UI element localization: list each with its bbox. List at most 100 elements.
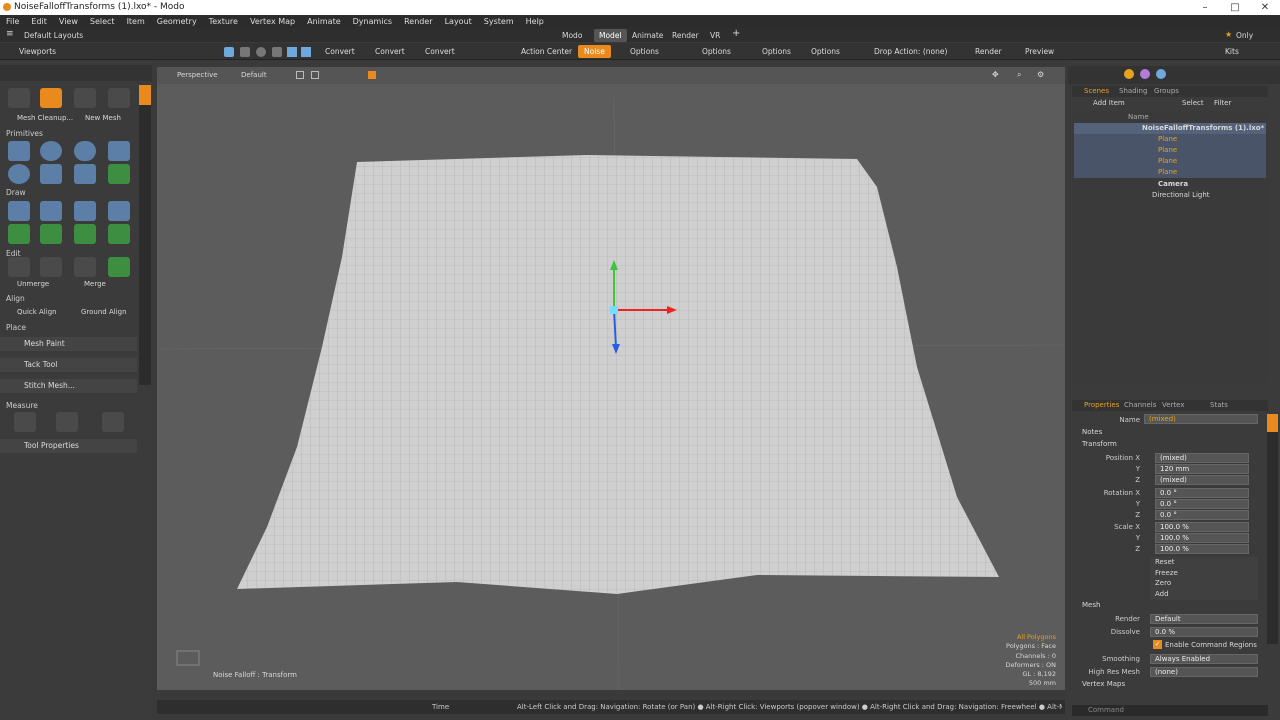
sculpt-icon[interactable] xyxy=(40,88,62,108)
render-button[interactable]: Render xyxy=(972,45,1005,58)
unmerge-button[interactable]: Unmerge xyxy=(17,280,49,288)
tab-vertex[interactable]: Vertex xyxy=(1162,401,1185,409)
tab-scenes[interactable]: Scenes xyxy=(1084,87,1109,95)
tack-tool-button[interactable]: Tack Tool xyxy=(0,358,137,372)
maximize-icon[interactable]: □ xyxy=(1220,0,1250,15)
position-x-field[interactable]: (mixed) xyxy=(1155,453,1249,463)
menu-texture[interactable]: Texture xyxy=(203,15,244,28)
paint-icon[interactable] xyxy=(74,88,96,108)
menu-file[interactable]: File xyxy=(0,15,25,28)
vertex-mode-icon[interactable] xyxy=(287,47,297,57)
capsule-icon[interactable] xyxy=(74,141,96,161)
time-button[interactable]: Time xyxy=(422,703,449,711)
mesh-section[interactable]: Mesh xyxy=(1082,601,1100,609)
mesh-cleanup-button[interactable]: Mesh Cleanup... xyxy=(17,114,73,122)
rotation-x-field[interactable]: 0.0 ° xyxy=(1155,488,1249,498)
protractor-icon[interactable] xyxy=(56,412,78,432)
menu-view[interactable]: View xyxy=(53,15,84,28)
menu-help[interactable]: Help xyxy=(520,15,550,28)
new-mesh-button[interactable]: New Mesh xyxy=(85,114,121,122)
scale-y-field[interactable]: 100.0 % xyxy=(1155,533,1249,543)
scale-z-field[interactable]: 100.0 % xyxy=(1155,544,1249,554)
cylinder-icon[interactable] xyxy=(40,164,62,184)
options-button-2[interactable]: Options xyxy=(699,45,734,58)
tab-model[interactable]: Model xyxy=(594,29,627,42)
tree-item-light[interactable]: Directional Light xyxy=(1074,190,1266,201)
add-tab-icon[interactable]: + xyxy=(732,28,740,39)
options-button-1[interactable]: Options xyxy=(627,45,662,58)
reset-dropdown[interactable]: Reset xyxy=(1150,557,1258,568)
menu-icon[interactable]: ≡ xyxy=(6,29,14,39)
menu-edit[interactable]: Edit xyxy=(25,15,53,28)
stitch-mesh-button[interactable]: Stitch Mesh... xyxy=(0,379,137,393)
material-icon[interactable] xyxy=(1140,69,1150,79)
smoothing-dropdown[interactable]: Always Enabled xyxy=(1150,654,1258,664)
tree-item-root[interactable]: NoiseFalloffTransforms (1).lxo* xyxy=(1074,123,1266,134)
light-icon[interactable] xyxy=(1156,69,1166,79)
menu-dynamics[interactable]: Dynamics xyxy=(347,15,398,28)
convert-button-2[interactable]: Convert xyxy=(372,45,408,58)
tree-item-camera[interactable]: Camera xyxy=(1074,179,1266,190)
torus-icon[interactable] xyxy=(8,164,30,184)
rotation-y-field[interactable]: 0.0 ° xyxy=(1155,499,1249,509)
options-button-4[interactable]: Options xyxy=(808,45,843,58)
minimize-icon[interactable]: – xyxy=(1190,0,1220,15)
transform-section[interactable]: Transform xyxy=(1082,440,1117,448)
action-center-button[interactable]: Action Center xyxy=(518,45,575,58)
extrude-icon[interactable] xyxy=(108,201,130,221)
copy-icon[interactable] xyxy=(40,257,62,277)
render-dropdown[interactable]: Default xyxy=(1150,614,1258,624)
menu-select[interactable]: Select xyxy=(84,15,121,28)
add-item-dropdown[interactable]: Add Item xyxy=(1093,99,1125,107)
search-icon[interactable]: ⌕ xyxy=(1017,70,1021,80)
menu-vertex-map[interactable]: Vertex Map xyxy=(244,15,301,28)
polygon-icon[interactable] xyxy=(40,201,62,221)
pan-icon[interactable]: ✥ xyxy=(992,70,999,79)
zero-dropdown[interactable]: Zero xyxy=(1150,578,1258,590)
cone-icon[interactable] xyxy=(108,141,130,161)
name-field[interactable]: (mixed) xyxy=(1144,414,1258,424)
sphere-icon[interactable] xyxy=(40,141,62,161)
add-dropdown[interactable]: Add xyxy=(1150,589,1258,600)
convert-button-1[interactable]: Convert xyxy=(322,45,358,58)
only-toggle[interactable]: Only xyxy=(1236,31,1253,40)
menu-item[interactable]: Item xyxy=(121,15,151,28)
3d-viewport[interactable]: Perspective Default ✥ ⌕ ⚙ All Polygons P… xyxy=(157,67,1065,690)
preview-button[interactable]: Preview xyxy=(1022,45,1057,58)
tab-animate[interactable]: Animate xyxy=(627,29,668,42)
close-icon[interactable]: ✕ xyxy=(1250,0,1280,15)
vtab-create[interactable] xyxy=(139,85,151,105)
position-y-field[interactable]: 120 mm xyxy=(1155,464,1249,474)
merge-button[interactable]: Merge xyxy=(84,280,106,288)
tab-modo[interactable]: Modo xyxy=(557,29,587,42)
position-z-field[interactable]: (mixed) xyxy=(1155,475,1249,485)
cube-icon[interactable] xyxy=(8,141,30,161)
menu-system[interactable]: System xyxy=(478,15,520,28)
tree-item-plane[interactable]: Plane xyxy=(1074,156,1266,167)
cut-icon[interactable] xyxy=(8,257,30,277)
quick-align-button[interactable]: Quick Align xyxy=(17,308,57,316)
sketch-icon[interactable] xyxy=(74,201,96,221)
menu-render[interactable]: Render xyxy=(398,15,438,28)
bezier-icon[interactable] xyxy=(40,224,62,244)
shading-dropdown[interactable]: Default xyxy=(241,71,267,79)
dissolve-field[interactable]: 0.0 % xyxy=(1150,627,1258,637)
settings-icon[interactable]: ⚙ xyxy=(1037,70,1044,79)
kits-button[interactable]: Kits xyxy=(1222,45,1242,58)
mesh-cleanup-icon[interactable] xyxy=(8,88,30,108)
rotation-z-field[interactable]: 0.0 ° xyxy=(1155,510,1249,520)
edge-mode-icon[interactable] xyxy=(301,47,311,57)
tree-item-plane[interactable]: Plane xyxy=(1074,167,1266,178)
select-dropdown[interactable]: Select xyxy=(1182,99,1204,107)
ruler-icon[interactable] xyxy=(14,412,36,432)
view-mode-dropdown[interactable]: Perspective xyxy=(177,71,218,79)
options-button-3[interactable]: Options xyxy=(759,45,794,58)
drop-action-dropdown[interactable]: Drop Action: (none) xyxy=(871,45,950,58)
layout-dropdown[interactable]: Default Layouts xyxy=(24,31,83,40)
scale-icon[interactable] xyxy=(272,47,282,57)
rotate-icon[interactable] xyxy=(256,47,266,57)
viewport-canvas[interactable] xyxy=(157,67,1065,690)
ground-align-button[interactable]: Ground Align xyxy=(81,308,127,316)
tab-channels[interactable]: Channels xyxy=(1124,401,1156,409)
command-input[interactable]: Command xyxy=(1088,706,1124,714)
